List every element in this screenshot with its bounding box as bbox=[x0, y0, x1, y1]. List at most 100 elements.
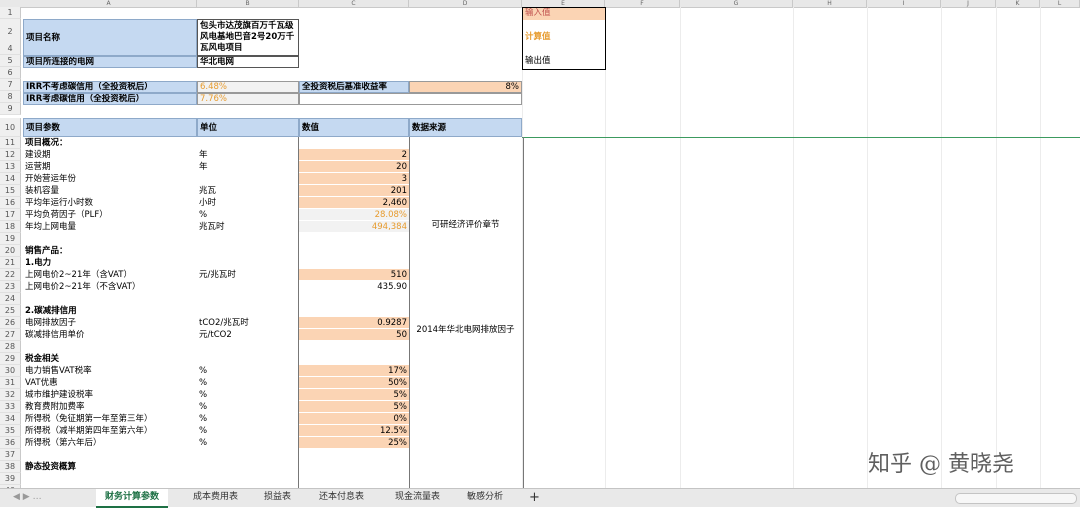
param-unit[interactable]: 年 bbox=[197, 161, 299, 173]
grid-label[interactable]: 项目所连接的电网 bbox=[23, 56, 197, 68]
row-header[interactable]: 37 bbox=[0, 449, 21, 461]
add-sheet-button[interactable]: + bbox=[520, 489, 549, 506]
sheet-tab[interactable]: 现金流量表 bbox=[386, 489, 449, 506]
source-feasibility[interactable]: 可研经济评价章节 bbox=[410, 218, 521, 232]
param-label[interactable]: 教育费附加费率 bbox=[23, 401, 197, 413]
param-label[interactable]: 装机容量 bbox=[23, 185, 197, 197]
source-grid-factor[interactable]: 2014年华北电网排放因子 bbox=[410, 324, 521, 337]
row-header[interactable]: 15 bbox=[0, 185, 21, 197]
param-unit[interactable]: % bbox=[197, 401, 299, 413]
sheet-tab[interactable]: 还本付息表 bbox=[310, 489, 373, 506]
irr-no-carbon-label[interactable]: IRR不考虑碳信用（全投资税后） bbox=[23, 81, 197, 93]
param-value[interactable]: 0.9287 bbox=[299, 317, 409, 329]
row-header[interactable]: 23 bbox=[0, 281, 21, 293]
irr-no-carbon-value[interactable]: 6.48% bbox=[197, 81, 299, 93]
row-header[interactable]: 38 bbox=[0, 461, 21, 473]
param-value[interactable]: 2 bbox=[299, 149, 409, 161]
param-value[interactable]: 435.90 bbox=[299, 281, 409, 293]
row-header[interactable]: 16 bbox=[0, 197, 21, 209]
param-label[interactable]: 运营期 bbox=[23, 161, 197, 173]
col-header-source[interactable]: 数据来源 bbox=[409, 118, 522, 137]
row-header[interactable]: 30 bbox=[0, 365, 21, 377]
row-header[interactable]: 7 bbox=[0, 79, 21, 91]
param-label[interactable]: 平均年运行小时数 bbox=[23, 197, 197, 209]
param-unit[interactable]: 小时 bbox=[197, 197, 299, 209]
param-value[interactable]: 2,460 bbox=[299, 197, 409, 209]
project-name-value[interactable]: 包头市达茂旗百万千瓦级风电基地巴音2号20万千瓦风电项目 bbox=[197, 19, 299, 56]
param-unit[interactable]: % bbox=[197, 365, 299, 377]
row-header[interactable]: 24 bbox=[0, 293, 21, 305]
param-value[interactable]: 5% bbox=[299, 401, 409, 413]
empty-cell-c6[interactable] bbox=[299, 93, 522, 105]
param-label[interactable]: 税金相关 bbox=[23, 353, 197, 365]
irr-with-carbon-label[interactable]: IRR考虑碳信用（全投资税后） bbox=[23, 93, 197, 105]
param-label[interactable]: 平均负荷因子（PLF） bbox=[23, 209, 197, 221]
sheet-tab[interactable]: 敏感分析 bbox=[458, 489, 512, 506]
param-label[interactable]: 电网排放因子 bbox=[23, 317, 197, 329]
param-label[interactable]: 年均上网电量 bbox=[23, 221, 197, 233]
column-header-l[interactable]: L bbox=[1040, 0, 1080, 7]
row-header[interactable]: 17 bbox=[0, 209, 21, 221]
param-value[interactable]: 25% bbox=[299, 437, 409, 449]
param-label[interactable]: 静态投资概算 bbox=[23, 461, 197, 473]
param-value[interactable]: 3 bbox=[299, 173, 409, 185]
param-value[interactable]: 17% bbox=[299, 365, 409, 377]
param-unit[interactable]: % bbox=[197, 377, 299, 389]
column-header-f[interactable]: F bbox=[605, 0, 680, 7]
benchmark-label[interactable]: 全投资税后基准收益率 bbox=[299, 81, 409, 93]
param-unit[interactable]: % bbox=[197, 389, 299, 401]
column-header-a[interactable]: A bbox=[21, 0, 197, 7]
column-header-h[interactable]: H bbox=[793, 0, 867, 7]
param-label[interactable]: 项目概况： bbox=[23, 137, 197, 149]
param-unit[interactable]: 元/tCO2 bbox=[197, 329, 299, 341]
param-label[interactable]: 碳减排信用单价 bbox=[23, 329, 197, 341]
param-label[interactable]: 所得税（第六年后） bbox=[23, 437, 197, 449]
param-value[interactable]: 50 bbox=[299, 329, 409, 341]
param-label[interactable]: 上网电价2~21年（含VAT） bbox=[23, 269, 197, 281]
row-header[interactable]: 8 bbox=[0, 91, 21, 103]
param-label[interactable]: 所得税（免征期第一年至第三年） bbox=[23, 413, 197, 425]
column-header-k[interactable]: K bbox=[996, 0, 1040, 7]
param-unit[interactable]: % bbox=[197, 209, 299, 221]
tab-nav-arrows[interactable]: ◀ ▶ … bbox=[4, 489, 51, 506]
sheet-tab[interactable]: 损益表 bbox=[255, 489, 300, 506]
param-label[interactable]: 1.电力 bbox=[23, 257, 197, 269]
param-value[interactable]: 28.08% bbox=[299, 209, 409, 221]
param-unit[interactable]: % bbox=[197, 413, 299, 425]
row-header[interactable]: 5 bbox=[0, 55, 21, 67]
param-label[interactable]: 所得税（减半期第四年至第六年） bbox=[23, 425, 197, 437]
param-value[interactable]: 510 bbox=[299, 269, 409, 281]
column-header-g[interactable]: G bbox=[680, 0, 793, 7]
col-header-value[interactable]: 数值 bbox=[299, 118, 409, 137]
horizontal-scrollbar[interactable] bbox=[955, 493, 1077, 504]
row-header[interactable]: 4 bbox=[0, 43, 21, 55]
param-label[interactable]: 建设期 bbox=[23, 149, 197, 161]
row-header[interactable]: 10 bbox=[0, 118, 21, 137]
row-header[interactable]: 25 bbox=[0, 305, 21, 317]
row-header[interactable]: 27 bbox=[0, 329, 21, 341]
column-header-i[interactable]: I bbox=[867, 0, 941, 7]
row-header[interactable]: 11 bbox=[0, 137, 21, 149]
project-name-label[interactable]: 项目名称 bbox=[23, 19, 197, 56]
param-value[interactable]: 201 bbox=[299, 185, 409, 197]
param-unit[interactable]: 年 bbox=[197, 149, 299, 161]
row-header[interactable]: 20 bbox=[0, 245, 21, 257]
sheet-tab[interactable]: 财务计算参数 bbox=[96, 489, 169, 508]
benchmark-value[interactable]: 8% bbox=[409, 81, 522, 93]
sheet-tab[interactable]: 成本费用表 bbox=[184, 489, 247, 506]
row-header[interactable]: 13 bbox=[0, 161, 21, 173]
row-header[interactable]: 22 bbox=[0, 269, 21, 281]
row-header[interactable]: 32 bbox=[0, 389, 21, 401]
param-value[interactable]: 5% bbox=[299, 389, 409, 401]
param-label[interactable]: VAT优惠 bbox=[23, 377, 197, 389]
param-label[interactable]: 城市维护建设税率 bbox=[23, 389, 197, 401]
row-header[interactable]: 33 bbox=[0, 401, 21, 413]
param-unit[interactable]: % bbox=[197, 437, 299, 449]
param-value[interactable]: 0% bbox=[299, 413, 409, 425]
param-unit[interactable]: 兆瓦 bbox=[197, 185, 299, 197]
column-header-b[interactable]: B bbox=[197, 0, 299, 7]
param-label[interactable]: 上网电价2~21年（不含VAT） bbox=[23, 281, 197, 293]
column-header-e[interactable]: E bbox=[522, 0, 605, 7]
row-header[interactable]: 1 bbox=[0, 7, 21, 19]
column-header-d[interactable]: D bbox=[409, 0, 522, 7]
